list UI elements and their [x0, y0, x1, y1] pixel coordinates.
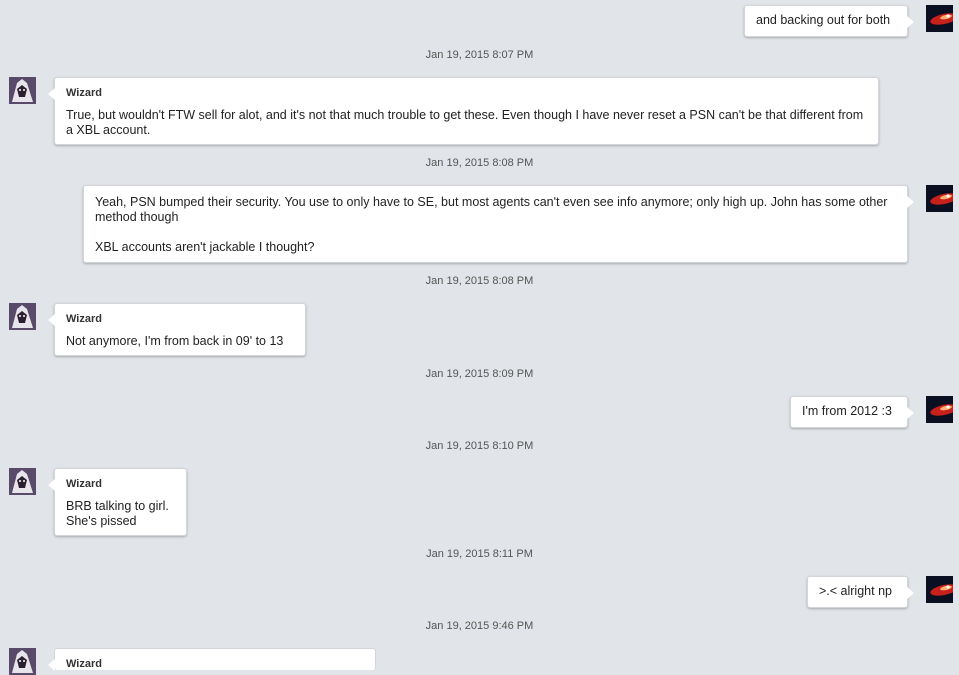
message-timestamp: Jan 19, 2015 8:08 PM [425, 157, 534, 169]
message-bubble-incoming: Wizard True, but wouldn't FTW sell for a… [48, 77, 879, 145]
message-text: True, but wouldn't FTW sell for alot, an… [66, 108, 867, 137]
message-timestamp: Jan 19, 2015 8:08 PM [425, 275, 534, 287]
message-text: BRB talking to girl. She's pissed [66, 499, 169, 528]
message-bubble-outgoing: and backing out for both [744, 5, 914, 37]
message-text: I'm from 2012 :3 [802, 404, 892, 418]
message-timestamp: Jan 19, 2015 8:10 PM [425, 440, 534, 452]
my-avatar[interactable] [926, 576, 953, 603]
message-text: Not anymore, I'm from back in 09' to 13 [66, 334, 284, 348]
message-bubble-incoming: Wizard [48, 648, 376, 671]
message-bubble-outgoing: I'm from 2012 :3 [790, 396, 914, 428]
message-timestamp: Jan 19, 2015 8:09 PM [425, 368, 534, 380]
avatar-image-icon [926, 396, 953, 423]
contact-avatar[interactable] [9, 468, 36, 495]
message-bubble-incoming: Wizard BRB talking to girl. She's pissed [48, 468, 187, 536]
contact-avatar[interactable] [9, 303, 36, 330]
sender-name: Wizard [66, 478, 102, 490]
message-timestamp: Jan 19, 2015 8:07 PM [425, 49, 534, 61]
message-bubble-incoming: Wizard Not anymore, I'm from back in 09'… [48, 303, 306, 356]
message-bubble-outgoing: >.< alright np [807, 576, 914, 608]
avatar-image-icon [926, 185, 953, 212]
contact-avatar[interactable] [9, 648, 36, 675]
message-text: and backing out for both [756, 13, 891, 27]
avatar-image-icon [926, 5, 953, 32]
message-text: Yeah, PSN bumped their security. You use… [95, 195, 888, 254]
my-avatar[interactable] [926, 5, 953, 32]
sender-name: Wizard [66, 313, 102, 325]
avatar-image-icon [9, 77, 36, 104]
avatar-image-icon [9, 468, 36, 495]
my-avatar[interactable] [926, 185, 953, 212]
message-text: >.< alright np [819, 584, 892, 598]
contact-avatar[interactable] [9, 77, 36, 104]
message-timestamp: Jan 19, 2015 9:46 PM [425, 620, 534, 632]
avatar-image-icon [9, 648, 36, 675]
my-avatar[interactable] [926, 396, 953, 423]
message-bubble-outgoing: Yeah, PSN bumped their security. You use… [83, 185, 914, 263]
sender-name: Wizard [66, 87, 102, 99]
avatar-image-icon [926, 576, 953, 603]
avatar-image-icon [9, 303, 36, 330]
message-timestamp: Jan 19, 2015 8:11 PM [426, 548, 533, 560]
